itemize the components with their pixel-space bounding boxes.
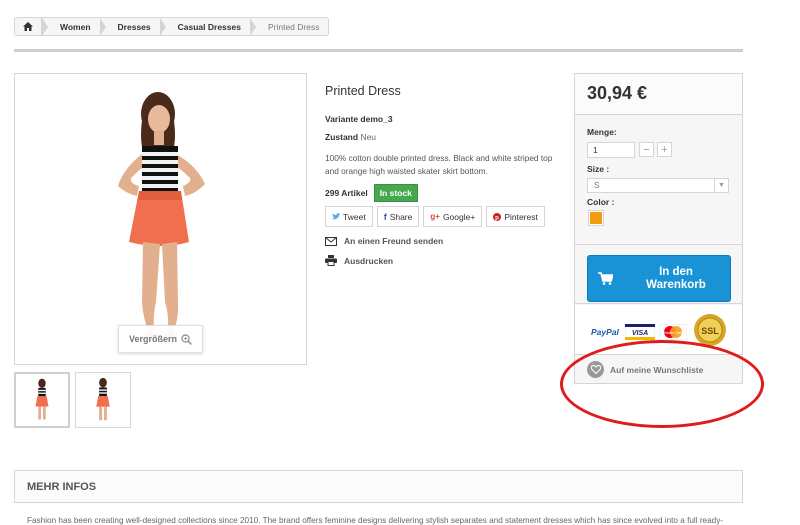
facebook-share-button[interactable]: f Share <box>376 206 420 227</box>
quantity-label: Menge: <box>587 127 617 137</box>
breadcrumb-item-current: Printed Dress <box>267 21 320 32</box>
google-plus-button[interactable]: g+ Google+ <box>423 206 483 227</box>
model-figure-image <box>118 92 205 340</box>
thumbnail-1[interactable] <box>14 372 70 428</box>
price-area: 30,94 € <box>575 74 742 115</box>
breadcrumb: Women Dresses Casual Dresses Printed Dre… <box>14 17 330 36</box>
home-icon <box>23 22 33 31</box>
breadcrumb-item-women[interactable]: Women <box>48 18 100 35</box>
svg-text:MasterCard: MasterCard <box>664 331 682 335</box>
quantity-decrease-button[interactable]: − <box>639 142 654 157</box>
pinterest-icon: p <box>493 212 502 221</box>
condition-value: Neu <box>360 132 377 142</box>
google-plus-label: Google+ <box>442 211 476 222</box>
product-price: 30,94 € <box>587 83 648 103</box>
send-to-friend-label: An einen Freund senden <box>344 236 444 246</box>
thumbnail-image <box>96 377 110 421</box>
printer-icon <box>325 255 337 266</box>
send-to-friend-link[interactable]: An einen Freund senden <box>325 236 443 246</box>
facebook-icon: f <box>383 211 387 222</box>
pinterest-label: Pinterest <box>504 211 538 222</box>
zoom-button[interactable]: Vergrößern <box>118 325 203 353</box>
print-label: Ausdrucken <box>344 255 394 266</box>
add-to-cart-label: In den Warenkorb <box>622 266 730 292</box>
add-to-cart-line1: In den <box>659 265 693 278</box>
tweet-label: Tweet <box>343 211 366 222</box>
add-to-cart-button[interactable]: In den Warenkorb <box>587 255 731 302</box>
cart-icon <box>588 272 622 285</box>
tweet-button[interactable]: Tweet <box>325 206 373 227</box>
twitter-icon <box>332 213 340 220</box>
stock-info: 299 Artikel In stock <box>325 184 418 202</box>
mastercard-logo-icon: MasterCard <box>659 324 687 340</box>
more-info-text: Fashion has been creating well-designed … <box>27 516 724 525</box>
size-label: Size : <box>587 164 610 174</box>
add-to-cart-line2: Warenkorb <box>646 278 706 291</box>
paypal-logo-icon: PayPal <box>591 327 620 337</box>
social-share-buttons: Tweet f Share g+ Google+ p Pinterest <box>325 206 545 227</box>
size-value: S <box>594 180 600 190</box>
wishlist-button[interactable]: Auf meine Wunschliste <box>575 356 742 383</box>
thumbnail-image <box>35 378 49 420</box>
cart-area: In den Warenkorb <box>575 244 742 304</box>
minus-icon: − <box>643 143 650 156</box>
product-reference: Variante demo_3 <box>325 114 393 124</box>
quantity-increase-button[interactable]: + <box>657 142 672 157</box>
buy-box: 30,94 € Menge: 1 − + Size : S ▼ Color : … <box>574 73 743 384</box>
condition-label: Zustand <box>325 132 359 142</box>
product-description: 100% cotton double printed dress. Black … <box>325 153 553 176</box>
product-condition: Zustand Neu <box>325 132 376 142</box>
plus-icon: + <box>661 143 668 156</box>
breadcrumb-home[interactable] <box>15 18 42 35</box>
svg-text:PayPal: PayPal <box>591 327 620 337</box>
svg-text:VISA: VISA <box>632 330 648 337</box>
payment-logos: PayPal VISA MasterCard SSL <box>575 305 742 355</box>
size-select[interactable]: S ▼ <box>587 178 729 193</box>
product-title: Printed Dress <box>325 84 401 98</box>
svg-text:p: p <box>495 215 499 221</box>
google-plus-icon: g+ <box>430 212 440 221</box>
breadcrumb-item-dresses[interactable]: Dresses <box>106 18 160 35</box>
chevron-down-icon: ▼ <box>714 179 728 192</box>
ssl-seal-icon: SSL <box>694 314 726 346</box>
product-reference-value: Variante demo_3 <box>325 114 393 124</box>
breadcrumb-item-casual-dresses[interactable]: Casual Dresses <box>166 18 250 35</box>
color-swatch-orange[interactable] <box>588 210 604 226</box>
magnifier-icon <box>181 333 192 345</box>
more-info-tab: MEHR INFOS <box>14 470 743 503</box>
product-main-image[interactable]: Vergrößern <box>14 73 307 365</box>
zoom-label: Vergrößern <box>128 334 177 344</box>
color-label: Color : <box>587 197 615 207</box>
pinterest-button[interactable]: p Pinterest <box>486 206 545 227</box>
quantity-available: 299 Artikel <box>325 188 368 198</box>
wishlist-label: Auf meine Wunschliste <box>610 364 704 375</box>
header-divider <box>14 49 743 52</box>
visa-logo-icon: VISA <box>625 324 655 340</box>
more-info-title: MEHR INFOS <box>27 481 97 493</box>
print-link[interactable]: Ausdrucken <box>325 255 393 266</box>
svg-text:SSL: SSL <box>701 326 719 336</box>
share-label: Share <box>389 211 413 222</box>
quantity-input[interactable]: 1 <box>587 142 635 158</box>
stock-badge: In stock <box>373 184 418 202</box>
envelope-icon <box>325 236 337 246</box>
thumbnail-2[interactable] <box>75 372 131 428</box>
heart-icon <box>587 361 604 378</box>
